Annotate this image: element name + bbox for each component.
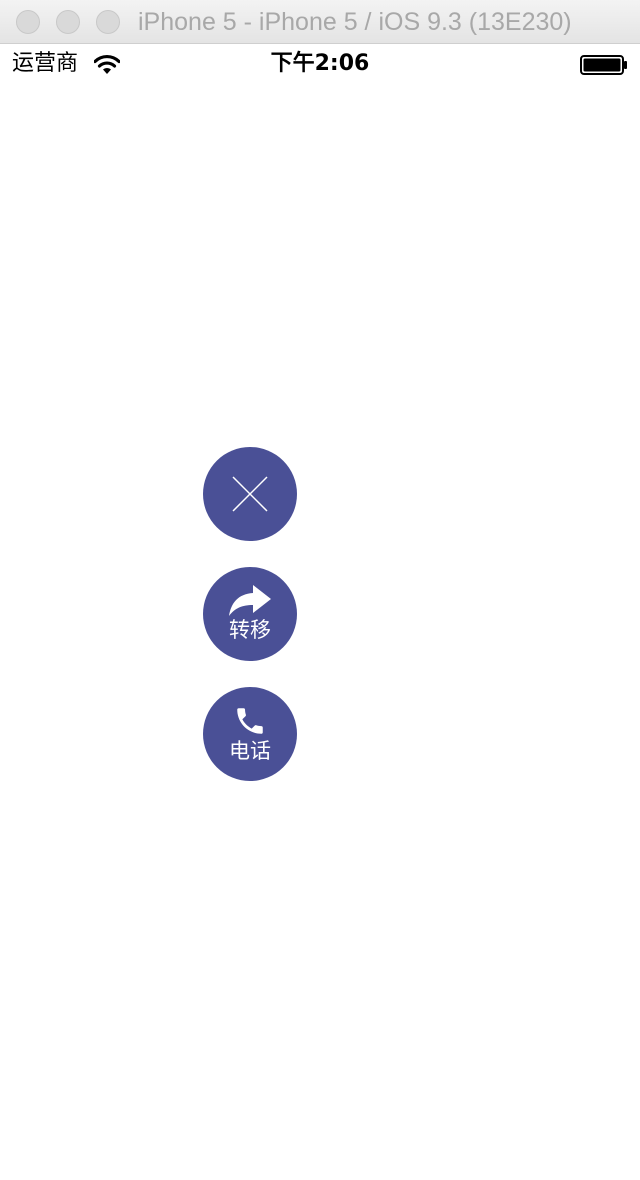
battery-icon xyxy=(580,55,628,75)
status-bar: 运营商 下午2:06 xyxy=(0,44,640,84)
transfer-button[interactable]: 转移 xyxy=(203,567,297,661)
phone-button[interactable]: 电话 xyxy=(203,687,297,781)
close-icon xyxy=(231,475,269,513)
share-arrow-icon xyxy=(229,585,271,617)
close-button[interactable] xyxy=(203,447,297,541)
window-title: iPhone 5 - iPhone 5 / iOS 9.3 (13E230) xyxy=(138,8,572,36)
phone-label: 电话 xyxy=(229,739,271,763)
clock: 下午2:06 xyxy=(270,51,370,76)
simulator-title-bar: iPhone 5 - iPhone 5 / iOS 9.3 (13E230) xyxy=(0,0,640,44)
window-zoom-control[interactable] xyxy=(96,10,120,34)
window-close-control[interactable] xyxy=(16,10,40,34)
window-minimize-control[interactable] xyxy=(56,10,80,34)
phone-icon xyxy=(233,704,267,738)
transfer-label: 转移 xyxy=(229,618,271,642)
